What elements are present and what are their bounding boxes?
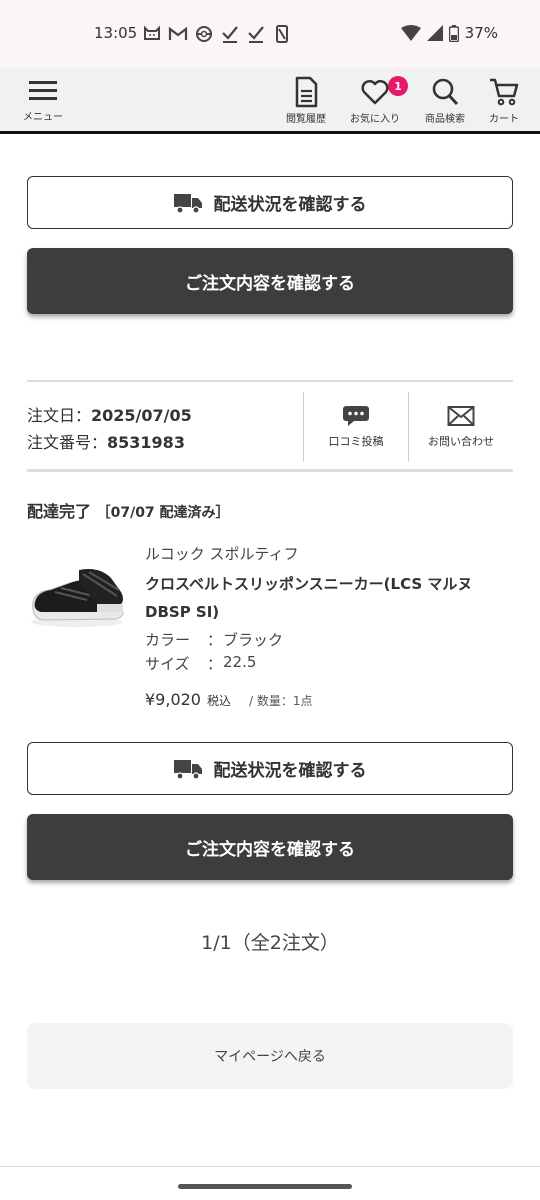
order-meta: 注文日：2025/07/05 注文番号：8531983 <box>27 402 192 456</box>
order-date-label: 注文日： <box>27 406 92 425</box>
gmail-icon <box>168 26 188 40</box>
track-shipping-label: 配送状況を確認する <box>213 761 367 781</box>
home-indicator[interactable] <box>178 1184 352 1189</box>
status-bar: 13:05 37% <box>0 0 540 68</box>
search-icon <box>432 78 459 106</box>
size-key: サイズ <box>145 655 190 673</box>
pokeball-icon <box>196 26 212 42</box>
back-to-mypage-label: マイページへ戻る <box>214 1049 326 1065</box>
search-button[interactable]: 商品検索 <box>420 76 470 130</box>
product-color-row: カラー ： ブラック <box>145 629 283 650</box>
cat-icon <box>144 25 160 40</box>
menu-button[interactable]: メニュー <box>18 76 68 130</box>
delivery-status-detail: ［07/07 配達済み］ <box>96 505 230 521</box>
track-shipping-button[interactable]: 配送状況を確認する <box>27 742 513 795</box>
order-number-label: 注文番号： <box>27 433 108 452</box>
history-label: 閲覧履歴 <box>286 114 326 125</box>
check-icon <box>248 26 264 43</box>
mail-icon <box>447 406 475 426</box>
favorites-label: お気に入り <box>350 114 400 125</box>
order-details-button[interactable]: ご注文内容を確認する <box>27 814 513 880</box>
favorites-badge: 1 <box>388 76 408 96</box>
order-number-row: 注文番号：8531983 <box>27 429 192 456</box>
pagination: 1/1（全2注文） <box>201 932 339 954</box>
product-qty: / 数量：1点 <box>249 694 313 708</box>
back-to-mypage-button[interactable]: マイページへ戻る <box>27 1023 513 1089</box>
search-label: 商品検索 <box>425 114 465 125</box>
product-image[interactable] <box>27 552 127 632</box>
prev-track-shipping-label: 配送状況を確認する <box>213 195 367 215</box>
color-key: カラー <box>145 631 191 649</box>
document-icon <box>295 76 318 108</box>
contact-button[interactable]: お問い合わせ <box>408 392 513 462</box>
truck-icon <box>173 759 202 780</box>
cart-icon <box>490 78 519 106</box>
contact-label: お問い合わせ <box>428 435 494 448</box>
product-price: ¥9,020 <box>145 690 201 709</box>
order-number: 8531983 <box>107 433 185 452</box>
signal-icon <box>426 25 443 41</box>
divider <box>0 1166 540 1167</box>
status-time: 13:05 <box>94 24 138 42</box>
size-value: 22.5 <box>223 653 257 671</box>
battery-icon <box>448 24 459 42</box>
history-button[interactable]: 閲覧履歴 <box>281 76 331 130</box>
prev-order-details-button[interactable]: ご注文内容を確認する <box>27 248 513 314</box>
review-label: 口コミ投稿 <box>328 435 384 448</box>
app-header: メニュー 閲覧履歴 1 お気に入り 商品検索 カート <box>0 68 540 134</box>
heart-icon <box>361 79 389 105</box>
chat-bubble-icon <box>343 406 369 426</box>
favorites-button[interactable]: 1 お気に入り <box>346 76 408 130</box>
order-date-row: 注文日：2025/07/05 <box>27 402 192 429</box>
product-name[interactable]: クロスベルトスリッポンスニーカー(LCS マルヌ DBSP SI) <box>145 570 505 626</box>
cart-button[interactable]: カート <box>482 76 526 130</box>
hamburger-icon <box>29 81 57 100</box>
product-brand[interactable]: ルコック スポルティフ <box>145 543 299 564</box>
product-price-row: ¥9,020 税込 / 数量：1点 <box>145 690 313 709</box>
battery-percent: 37% <box>464 24 498 42</box>
order-info: 注文日：2025/07/05 注文番号：8531983 口コミ投稿 お問い合わせ <box>27 380 513 472</box>
cart-label: カート <box>489 114 519 125</box>
color-separator: ： <box>207 631 223 649</box>
system-status: 37% <box>400 24 498 42</box>
color-value: ブラック <box>223 631 284 649</box>
review-button[interactable]: 口コミ投稿 <box>303 392 408 462</box>
product-size-row: サイズ ： 22.5 <box>145 653 256 674</box>
notification-icons <box>142 24 292 44</box>
order-details-label: ご注文内容を確認する <box>185 839 355 860</box>
order-date: 2025/07/05 <box>91 406 192 425</box>
delivery-status-text: 配達完了 <box>27 502 92 521</box>
prev-track-shipping-button[interactable]: 配送状況を確認する <box>27 176 513 229</box>
delivery-status: 配達完了 ［07/07 配達済み］ <box>27 498 230 522</box>
menu-label: メニュー <box>23 112 63 123</box>
product-tax: 税込 <box>206 694 231 708</box>
prev-order-details-label: ご注文内容を確認する <box>185 273 355 294</box>
size-separator: ： <box>207 655 223 673</box>
phone-slash-icon <box>276 25 288 43</box>
check-icon <box>222 26 238 43</box>
wifi-icon <box>400 25 421 41</box>
truck-icon <box>173 193 202 214</box>
